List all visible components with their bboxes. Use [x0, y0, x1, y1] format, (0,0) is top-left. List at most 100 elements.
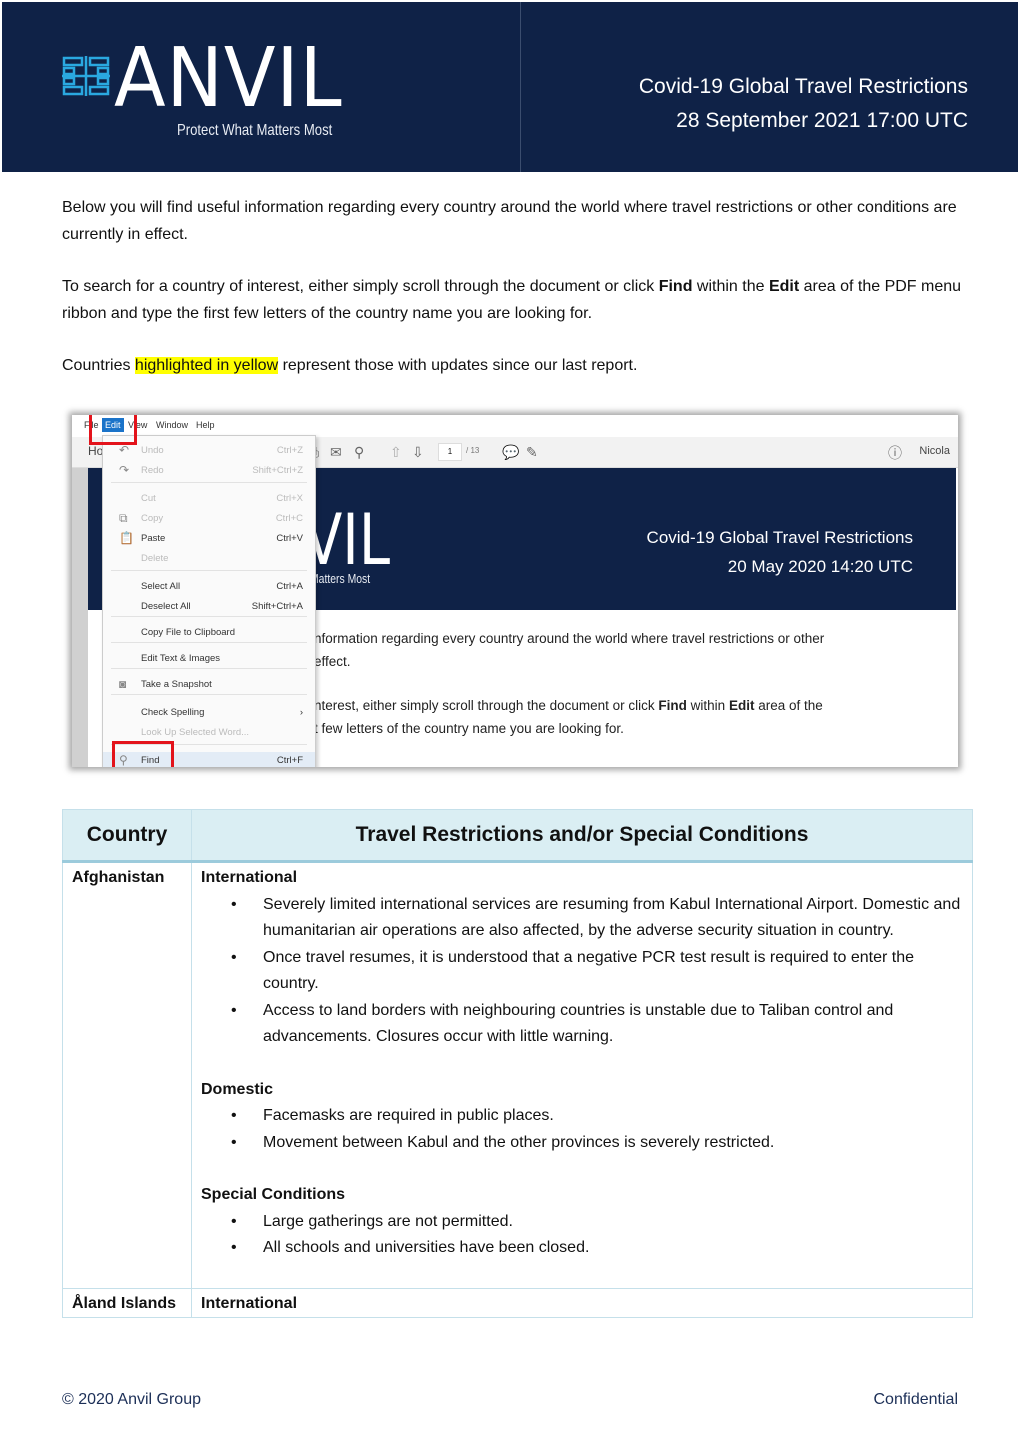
footer-copyright: © 2020 Anvil Group — [62, 1391, 201, 1408]
edit-menu-item-cut: Cut Ctrl+X — [103, 490, 315, 508]
menu-separator — [111, 482, 307, 483]
menu-item-shortcut: Shift+Ctrl+A — [251, 601, 303, 612]
country-cell: Afghanistan — [62, 861, 192, 1289]
pdf-find-keyword: Find — [658, 698, 687, 713]
paste-icon: 📋 — [119, 531, 134, 545]
menu-item-shortcut: Ctrl+F — [276, 755, 303, 766]
pdf-page-body: nformation regarding every country aroun… — [314, 628, 824, 762]
edit-menu-item-edit-text-images: Edit Text & Images — [103, 650, 315, 668]
text-run: within the — [692, 278, 769, 295]
yellow-highlight-sample: highlighted in yellow — [134, 357, 279, 374]
restriction-list: Severely limited international services … — [201, 892, 963, 1051]
menu-separator — [111, 570, 307, 571]
section-heading: International — [201, 1294, 298, 1312]
report-title: Covid-19 Global Travel Restrictions — [638, 75, 968, 98]
search-icon: ⚲ — [354, 444, 365, 460]
menu-item-label: Check Spelling — [141, 707, 205, 718]
text-run: Countries — [62, 357, 135, 374]
menu-item-shortcut: Ctrl+C — [275, 513, 303, 524]
header-divider — [520, 2, 521, 172]
report-timestamp: 28 September 2021 17:00 UTC — [676, 109, 968, 132]
pdf-text-line: nformation regarding every country aroun… — [314, 631, 825, 646]
menu-item-shortcut: Ctrl+X — [276, 493, 303, 504]
help-icon: ⓘ — [888, 445, 902, 461]
menu-item-shortcut: Ctrl+V — [276, 533, 303, 544]
edit-menu-callout-box — [89, 415, 137, 445]
menu-item-label: Cut — [141, 493, 156, 504]
edit-keyword: Edit — [768, 278, 800, 295]
menu-item-shortcut: › — [299, 707, 303, 718]
logo-wordmark: ANVIL — [114, 31, 343, 126]
page-down-icon: ⇩ — [412, 444, 424, 460]
mail-icon: ✉ — [330, 444, 342, 460]
menu-separator — [111, 616, 307, 617]
find-keyword: Find — [658, 278, 693, 295]
pdf-page-timestamp: 20 May 2020 14:20 UTC — [727, 557, 913, 576]
copy-icon: ⧉ — [119, 511, 128, 525]
list-item: All schools and universities have been c… — [231, 1235, 963, 1262]
menu-item-label: Paste — [141, 533, 166, 544]
menu-item-label: Take a Snapshot — [141, 679, 212, 690]
edit-menu-item-look-up-selected-word: Look Up Selected Word... — [103, 724, 315, 742]
edit-menu-item-deselect-all: Deselect All Shift+Ctrl+A — [103, 598, 315, 616]
table-row: Åland Islands International — [62, 1287, 973, 1318]
menu-item-shortcut: Shift+Ctrl+Z — [252, 465, 303, 476]
menu-item-label: Undo — [141, 445, 164, 456]
pdf-page-title: Covid-19 Global Travel Restrictions 20 M… — [647, 523, 913, 581]
edit-menu-item-delete: Delete — [103, 550, 315, 568]
menu-item-label: Select All — [141, 581, 181, 592]
pdf-text-line: effect. — [314, 653, 351, 669]
pdf-text-run: area of the — [754, 698, 823, 713]
pdf-page-wordmark: VIL — [304, 499, 391, 581]
report-title-block: Covid-19 Global Travel Restrictions 28 S… — [639, 70, 968, 138]
pdf-viewer-instruction-screenshot: File Edit View Window Help Ho ⎙ ✉ ⚲ ⇧ ⇩ … — [72, 415, 958, 767]
logo-tagline: Protect What Matters Most — [177, 122, 333, 139]
text-run: represent those with updates since our l… — [278, 357, 638, 374]
report-header: ANVIL Protect What Matters Most Covid-19… — [2, 2, 1018, 172]
section-heading: Domestic — [201, 1080, 274, 1098]
menu-separator — [111, 694, 307, 695]
menu-item-label: Edit Text & Images — [141, 653, 221, 664]
edit-menu-item-copy: ⧉ Copy Ctrl+C — [103, 510, 315, 528]
menu-item-shortcut: Ctrl+Z — [276, 445, 303, 456]
list-item: Facemasks are required in public places. — [231, 1103, 963, 1130]
footer-classification: Confidential — [873, 1391, 959, 1408]
page-up-icon: ⇧ — [390, 444, 402, 460]
page-total: / 13 — [466, 446, 480, 455]
user-name: Nicola — [919, 445, 950, 457]
page-number-field: 1 — [438, 443, 462, 461]
redo-icon: ↷ — [119, 463, 130, 477]
list-item: Access to land borders with neighbouring… — [231, 998, 963, 1051]
pen-icon: ✎ — [526, 444, 538, 460]
menu-item-label: Look Up Selected Word... — [141, 727, 250, 738]
undo-icon: ↶ — [119, 443, 130, 457]
edit-menu-item-redo: ↷ Redo Shift+Ctrl+Z — [103, 462, 315, 480]
comment-icon: 💬 — [502, 444, 520, 460]
edit-menu-item-take-a-snapshot: ◙ Take a Snapshot — [103, 676, 315, 694]
find-item-callout-box — [112, 741, 174, 767]
menu-separator — [111, 668, 307, 669]
edit-menu-item-check-spelling: Check Spelling › — [103, 704, 315, 722]
pdf-edit-keyword: Edit — [728, 698, 755, 713]
column-header-country: Country — [62, 809, 192, 863]
pdf-text-line: t few letters of the country name you ar… — [314, 720, 624, 736]
intro-paragraph-3: Countries highlighted in yellow represen… — [62, 353, 962, 380]
restrictions-cell: International Severely limited internatio… — [191, 861, 973, 1289]
menu-item-shortcut: Ctrl+A — [276, 581, 303, 592]
section-heading: Special Conditions — [201, 1186, 346, 1203]
menu-item-label: Delete — [141, 553, 169, 564]
country-cell: Åland Islands — [62, 1287, 192, 1318]
edit-menu-dropdown: ↶ Undo Ctrl+Z ↷ Redo Shift+Ctrl+Z Cut Ctrl+X ⧉ Co… — [102, 435, 316, 767]
list-item: Large gatherings are not permitted. — [231, 1209, 963, 1236]
section-heading: International — [201, 869, 298, 886]
table-row: Afghanistan International Severely limited… — [62, 861, 973, 1289]
table-header-row: Country Travel Restrictions and/or Speci… — [62, 809, 973, 863]
camera-icon: ◙ — [119, 677, 127, 691]
intro-paragraph-2: To search for a country of interest, eit… — [62, 274, 962, 327]
menu-window: Window — [156, 420, 189, 430]
intro-paragraph-1: Below you will find useful information r… — [62, 199, 957, 243]
column-header-restrictions: Travel Restrictions and/or Special Condi… — [191, 809, 973, 863]
menu-item-label: Redo — [141, 465, 164, 476]
edit-menu-item-copy-file-to-clipboard: Copy File to Clipboard — [103, 624, 315, 642]
pdf-page-title-text: Covid-19 Global Travel Restrictions — [646, 528, 913, 547]
